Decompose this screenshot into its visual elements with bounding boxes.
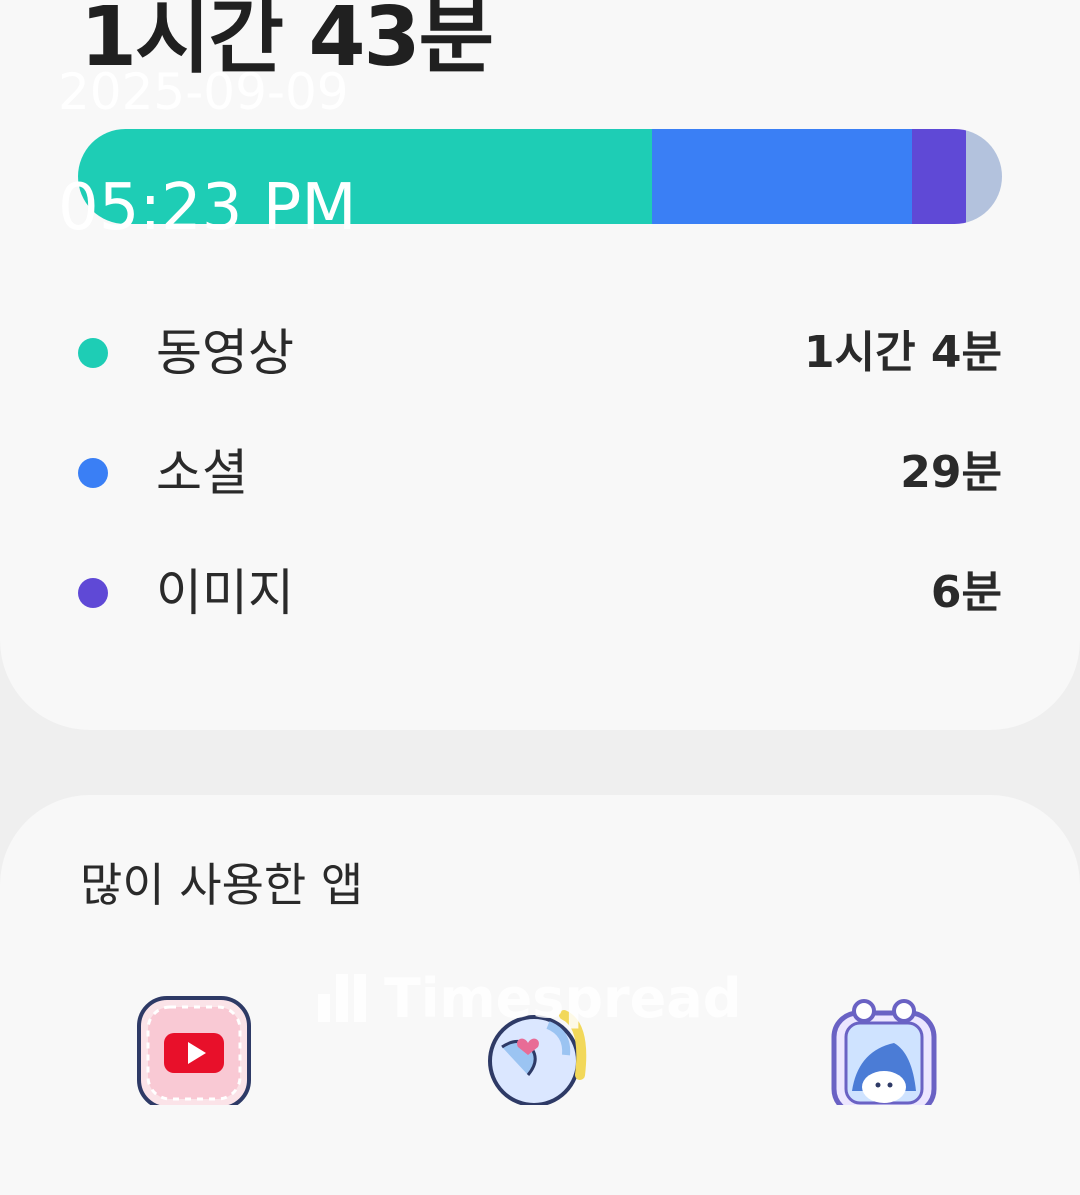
legend-label: 동영상 xyxy=(156,324,294,382)
legend-dot xyxy=(78,338,108,368)
legend-dot xyxy=(78,458,108,488)
legend-value: 29분 xyxy=(900,447,1002,498)
legend-item-image[interactable]: 이미지 6분 xyxy=(78,558,1002,628)
usage-bar-segment xyxy=(652,129,913,224)
legend-item-video[interactable]: 동영상 1시간 4분 xyxy=(78,318,1002,388)
legend-value: 1시간 4분 xyxy=(804,327,1002,378)
legend-item-social[interactable]: 소셜 29분 xyxy=(78,438,1002,508)
youtube-icon[interactable] xyxy=(136,995,256,1110)
legend-dot xyxy=(78,578,108,608)
character-photo-icon[interactable] xyxy=(828,995,948,1116)
usage-bar-segment xyxy=(912,129,967,224)
timespread-logo-icon xyxy=(318,974,366,1022)
timestamp-date: 2025-09-09 xyxy=(58,63,349,121)
legend-label: 이미지 xyxy=(156,564,294,622)
most-used-apps-title: 많이 사용한 앱 xyxy=(80,858,364,912)
watermark-text: Timespread xyxy=(384,966,742,1030)
legend-value: 6분 xyxy=(930,567,1002,618)
timestamp-time: 05:23 PM xyxy=(58,171,357,245)
legend-label: 소셜 xyxy=(156,444,248,502)
watermark: Timespread xyxy=(318,966,742,1030)
